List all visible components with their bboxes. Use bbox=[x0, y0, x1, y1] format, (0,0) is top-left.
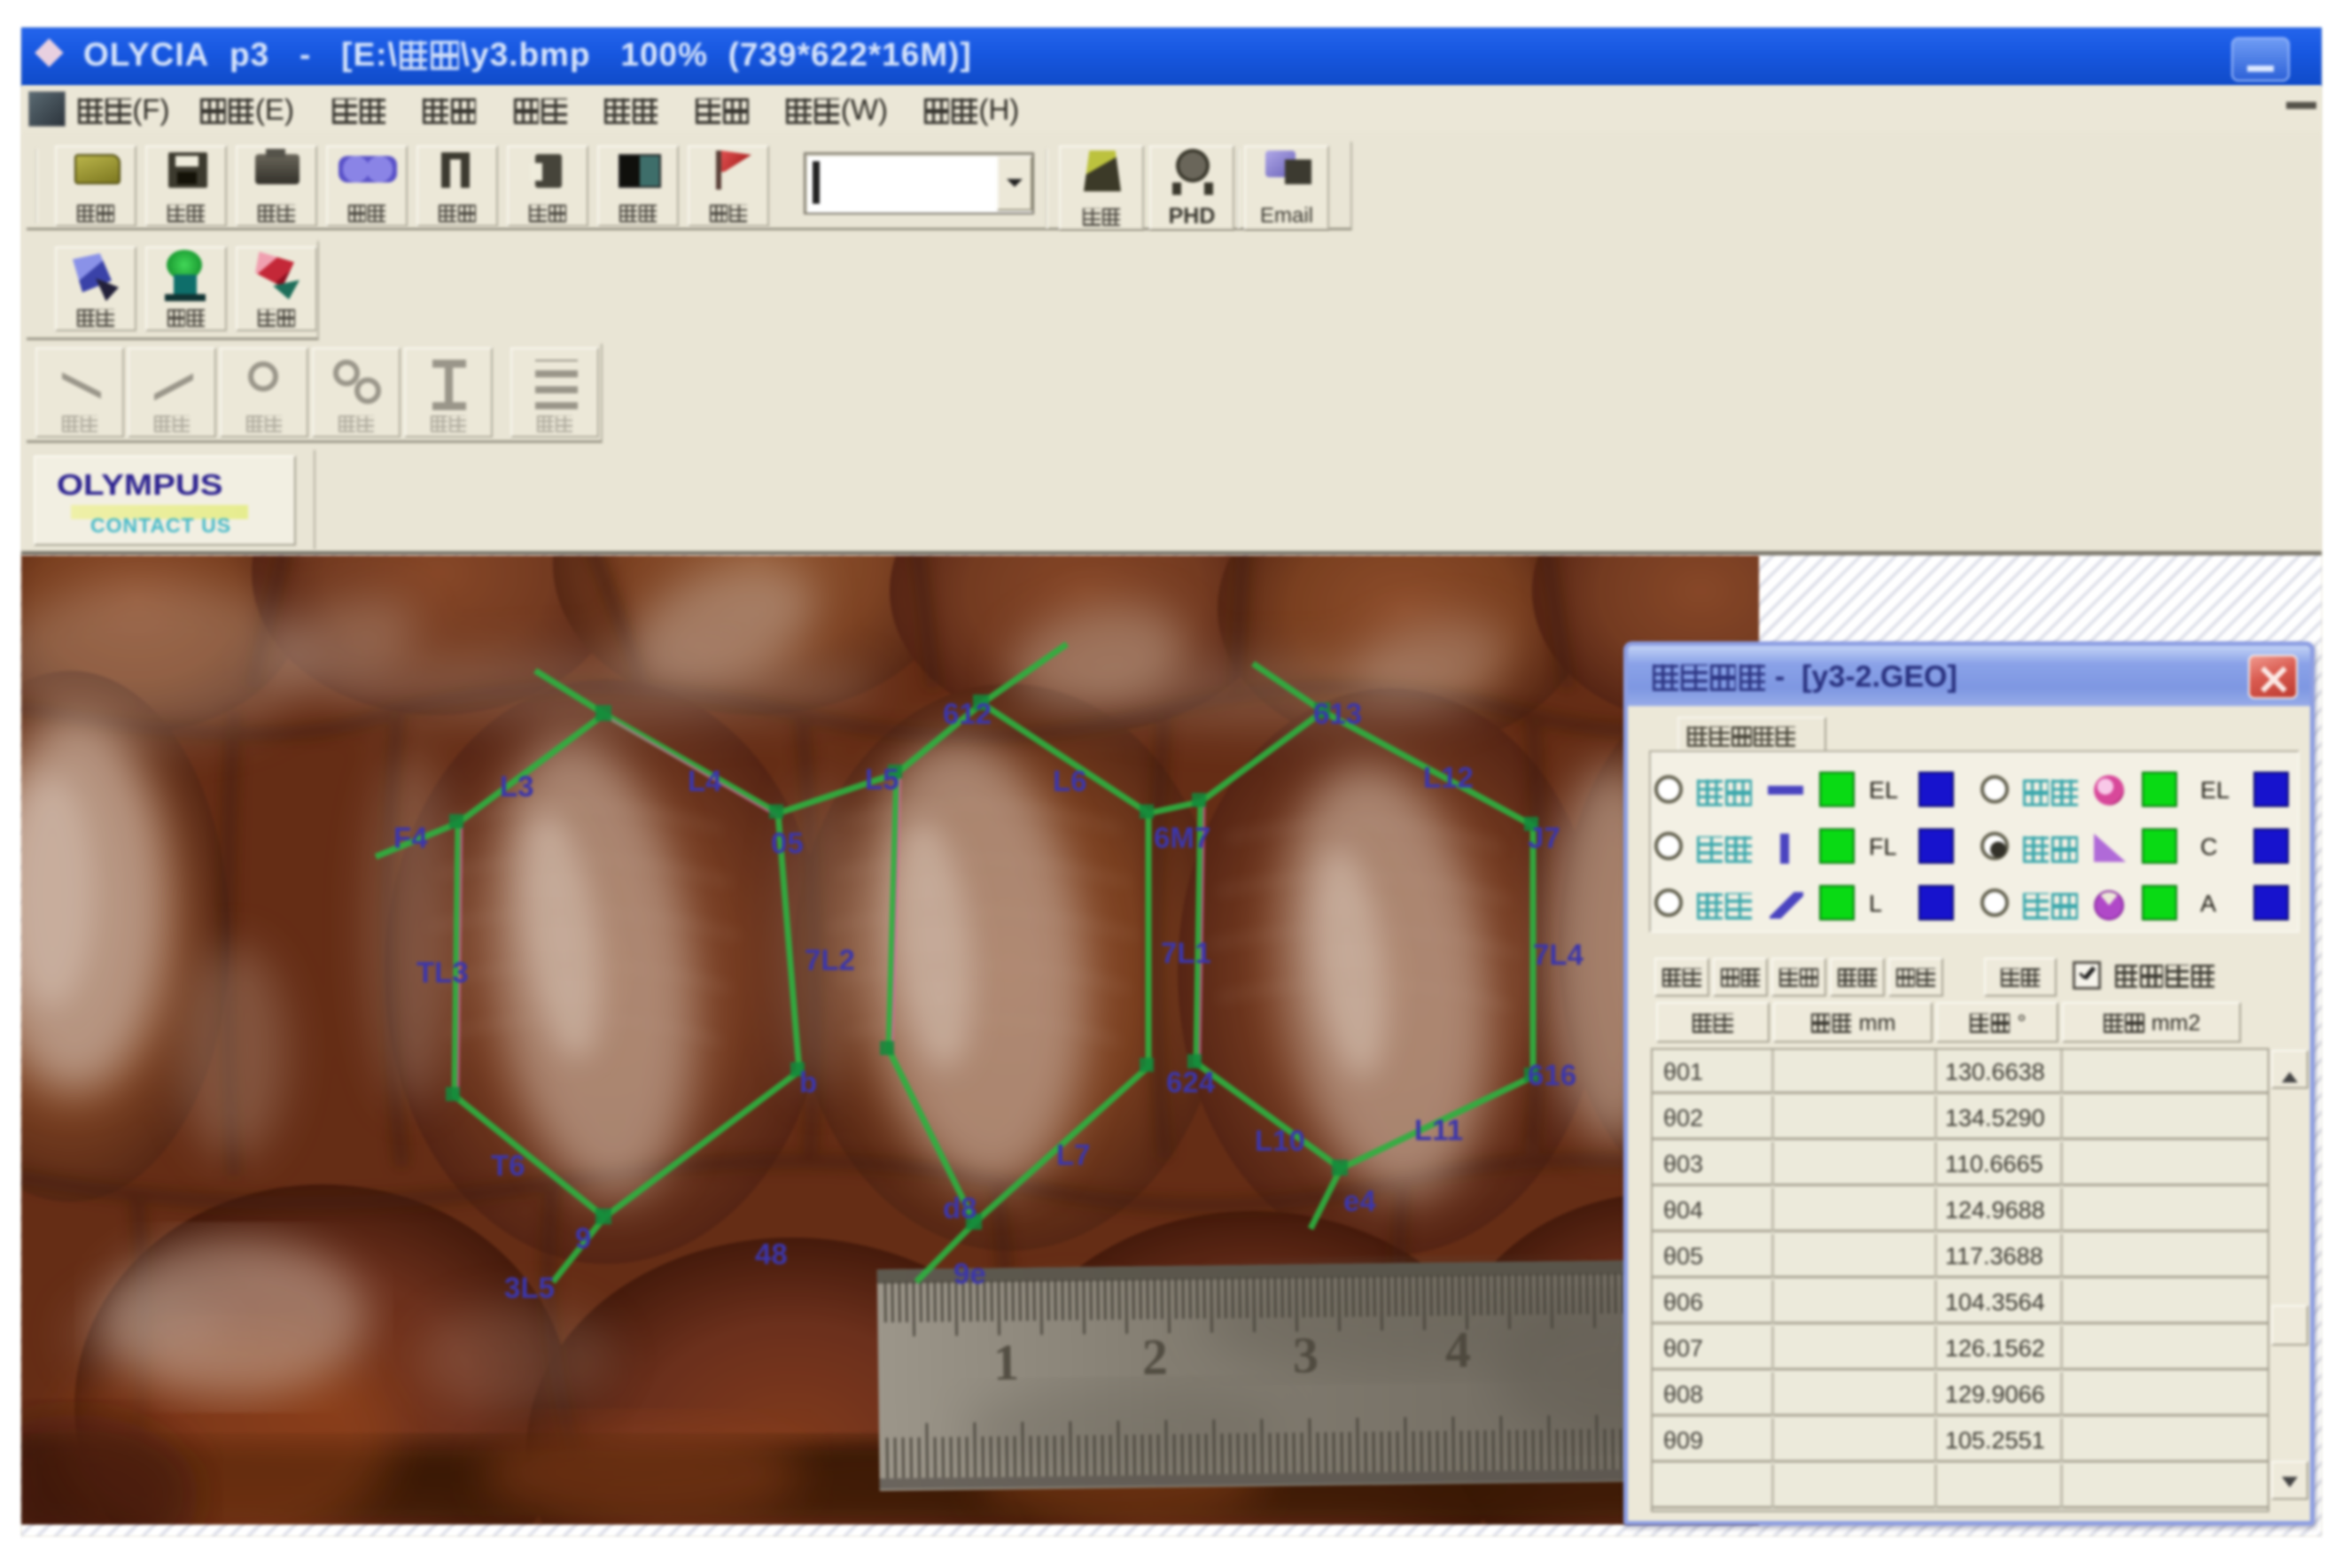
svg-text:612: 612 bbox=[943, 697, 992, 730]
svg-text:616: 616 bbox=[1528, 1059, 1576, 1091]
svg-text:613: 613 bbox=[1313, 697, 1362, 730]
svg-text:6M7: 6M7 bbox=[1154, 821, 1210, 854]
svg-text:4: 4 bbox=[1444, 1321, 1471, 1378]
svg-text:3L5: 3L5 bbox=[504, 1271, 555, 1304]
svg-text:F4: F4 bbox=[393, 821, 428, 854]
svg-text:L10: L10 bbox=[1255, 1124, 1305, 1157]
svg-text:9e: 9e bbox=[953, 1257, 986, 1290]
svg-text:L3: L3 bbox=[500, 770, 534, 803]
svg-text:TL3: TL3 bbox=[416, 956, 469, 989]
svg-text:48: 48 bbox=[755, 1238, 788, 1270]
svg-text:e4: e4 bbox=[1343, 1184, 1376, 1217]
svg-text:1: 1 bbox=[993, 1333, 1020, 1391]
svg-text:L11: L11 bbox=[1414, 1114, 1463, 1146]
svg-text:L6: L6 bbox=[1053, 765, 1087, 797]
svg-text:2: 2 bbox=[1142, 1328, 1169, 1386]
svg-text:7L1: 7L1 bbox=[1161, 936, 1211, 969]
svg-text:L4: L4 bbox=[688, 765, 722, 797]
svg-text:d8: d8 bbox=[943, 1192, 977, 1224]
svg-text:T6: T6 bbox=[491, 1149, 525, 1182]
svg-text:L12: L12 bbox=[1423, 761, 1474, 794]
svg-text:7L2: 7L2 bbox=[805, 943, 855, 976]
svg-text:7L4: 7L4 bbox=[1533, 938, 1584, 971]
svg-text:624: 624 bbox=[1166, 1066, 1216, 1098]
svg-text:L7: L7 bbox=[1056, 1138, 1091, 1171]
svg-text:05: 05 bbox=[771, 827, 804, 859]
svg-text:L5: L5 bbox=[865, 763, 899, 796]
svg-text:J7: J7 bbox=[1528, 821, 1560, 854]
svg-text:b: b bbox=[799, 1066, 817, 1098]
svg-text:9: 9 bbox=[575, 1222, 591, 1254]
svg-text:3: 3 bbox=[1293, 1326, 1319, 1384]
